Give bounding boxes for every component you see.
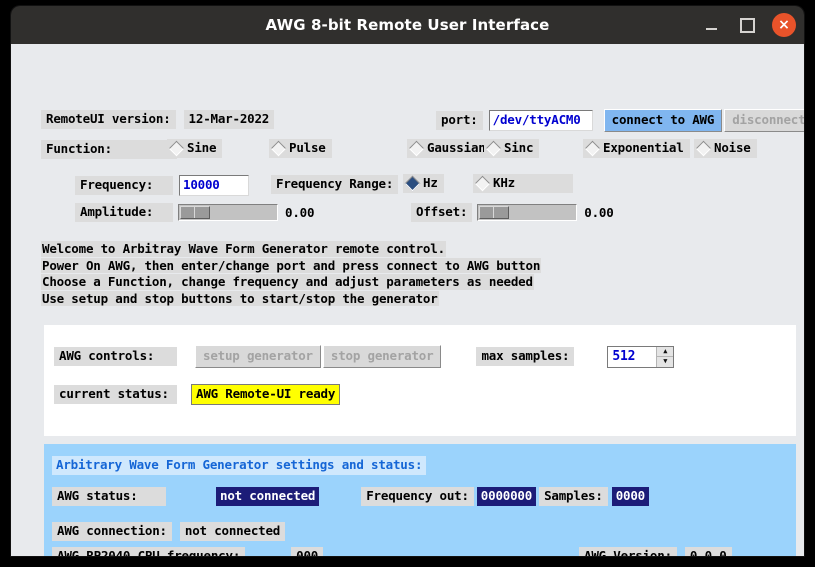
remoteui-version-label: RemoteUI version: bbox=[41, 110, 176, 129]
awg-version-value: 0.0.0 bbox=[684, 547, 732, 556]
awg-connection-value: not connected bbox=[179, 522, 286, 541]
radio-diamond-icon bbox=[270, 140, 287, 156]
awg-status-label: AWG status: bbox=[52, 487, 166, 506]
max-samples-label: max samples: bbox=[476, 347, 575, 366]
awg-settings-panel: Arbitrary Wave Form Generator settings a… bbox=[44, 444, 796, 556]
window-title: AWG 8-bit Remote User Interface bbox=[265, 16, 550, 34]
version-row: RemoteUI version: 12-Mar-2022 bbox=[41, 110, 275, 129]
function-option-sinc[interactable]: Sinc bbox=[484, 139, 540, 158]
function-option-label: Exponential bbox=[603, 140, 684, 155]
window-content: RemoteUI version: 12-Mar-2022 port: /dev… bbox=[11, 44, 804, 556]
awg-status-value: not connected bbox=[216, 487, 320, 506]
welcome-line: Power On AWG, then enter/change port and… bbox=[41, 257, 542, 274]
minimize-icon[interactable] bbox=[700, 14, 722, 36]
app-window: AWG 8-bit Remote User Interface × Remote… bbox=[11, 6, 804, 556]
frequency-range-option-label: Hz bbox=[423, 175, 438, 190]
frequency-label: Frequency: bbox=[75, 176, 173, 195]
title-bar: AWG 8-bit Remote User Interface × bbox=[11, 6, 804, 44]
function-option-label: Noise bbox=[714, 140, 751, 155]
awg-version-row: AWG Version: 0.0.0 bbox=[579, 547, 732, 556]
frequency-out-label: Frequency out: bbox=[361, 487, 474, 506]
function-option-label: Sinc bbox=[504, 140, 534, 155]
radio-diamond-icon bbox=[404, 175, 421, 191]
awg-controls-label: AWG controls: bbox=[54, 347, 177, 366]
function-option-noise[interactable]: Noise bbox=[694, 139, 757, 158]
function-option-label: Gaussian bbox=[427, 140, 486, 155]
function-option-label: Pulse bbox=[289, 140, 326, 155]
welcome-message: Welcome to Arbitray Wave Form Generator … bbox=[41, 240, 542, 307]
awg-controls-panel: AWG controls: setup generator stop gener… bbox=[44, 325, 796, 436]
radio-diamond-icon bbox=[474, 175, 491, 191]
welcome-line: Choose a Function, change frequency and … bbox=[41, 274, 534, 290]
current-status-value: AWG Remote-UI ready bbox=[191, 384, 341, 405]
awg-status-row: AWG status: not connected Frequency out:… bbox=[52, 487, 649, 506]
samples-label: Samples: bbox=[539, 487, 608, 506]
frequency-out-value: 0000000 bbox=[476, 487, 537, 506]
amplitude-label: Amplitude: bbox=[75, 203, 173, 222]
close-icon[interactable]: × bbox=[772, 13, 796, 37]
radio-diamond-icon bbox=[695, 140, 712, 156]
function-option-sine[interactable]: Sine bbox=[167, 139, 223, 158]
current-status-row: current status: AWG Remote-UI ready bbox=[54, 384, 341, 405]
current-status-label: current status: bbox=[54, 385, 177, 404]
connect-to-awg-button[interactable]: connect to AWG bbox=[603, 109, 723, 132]
frequency-input[interactable]: 10000 bbox=[179, 175, 249, 196]
awg-controls-row: AWG controls: setup generator stop gener… bbox=[54, 345, 675, 368]
frequency-range-row: Frequency Range: bbox=[271, 175, 399, 194]
offset-slider-thumb[interactable] bbox=[479, 206, 510, 219]
offset-label: Offset: bbox=[411, 203, 473, 222]
stop-generator-button[interactable]: stop generator bbox=[322, 345, 442, 368]
awg-panel-heading: Arbitrary Wave Form Generator settings a… bbox=[52, 456, 427, 475]
amplitude-slider-thumb[interactable] bbox=[180, 206, 210, 219]
frequency-range-option-label: KHz bbox=[493, 175, 515, 190]
awg-version-label: AWG Version: bbox=[579, 547, 677, 556]
frequency-range-option-hz[interactable]: Hz bbox=[403, 174, 444, 193]
awg-cpu-frequency-label: AWG RP2040 CPU frequency: bbox=[52, 547, 246, 556]
function-option-label: Sine bbox=[187, 140, 217, 155]
offset-value: 0.00 bbox=[584, 205, 614, 220]
radio-diamond-icon bbox=[168, 140, 185, 156]
amplitude-value: 0.00 bbox=[285, 205, 315, 220]
radio-diamond-icon bbox=[408, 140, 425, 156]
amplitude-row: Amplitude: 0.00 bbox=[75, 203, 315, 222]
spin-down-icon[interactable]: ▼ bbox=[657, 357, 673, 367]
max-samples-arrows: ▲ ▼ bbox=[656, 346, 674, 367]
awg-cpu-frequency-value: 000 bbox=[291, 547, 324, 556]
window-controls: × bbox=[700, 6, 796, 44]
awg-connection-label: AWG connection: bbox=[52, 522, 172, 541]
function-option-exponential[interactable]: Exponential bbox=[583, 139, 690, 158]
welcome-line: Welcome to Arbitray Wave Form Generator … bbox=[41, 241, 446, 257]
port-label: port: bbox=[436, 111, 483, 130]
awg-cpu-frequency-row: AWG RP2040 CPU frequency: 000 bbox=[52, 547, 324, 556]
offset-slider[interactable] bbox=[477, 204, 578, 221]
disconnect-awg-button[interactable]: disconnect AWG bbox=[724, 109, 804, 132]
port-row: port: /dev/ttyACM0 connect to AWG discon… bbox=[436, 109, 804, 132]
frequency-range-option-khz[interactable]: KHz bbox=[473, 174, 573, 193]
frequency-range-label: Frequency Range: bbox=[271, 175, 399, 194]
remoteui-version-value: 12-Mar-2022 bbox=[183, 110, 275, 129]
radio-diamond-icon bbox=[485, 140, 502, 156]
max-samples-stepper[interactable]: 512 ▲ ▼ bbox=[607, 345, 675, 368]
port-input[interactable]: /dev/ttyACM0 bbox=[488, 110, 593, 131]
function-option-gaussian[interactable]: Gaussian bbox=[407, 139, 492, 158]
setup-generator-button[interactable]: setup generator bbox=[195, 345, 321, 368]
offset-row: Offset: 0.00 bbox=[411, 203, 614, 222]
function-option-pulse[interactable]: Pulse bbox=[269, 139, 332, 158]
max-samples-value[interactable]: 512 bbox=[608, 347, 656, 367]
function-label: Function: bbox=[41, 140, 177, 159]
function-label-wrap: Function: bbox=[41, 140, 177, 159]
awg-connection-row: AWG connection: not connected bbox=[52, 522, 286, 541]
frequency-row: Frequency: 10000 bbox=[75, 175, 249, 196]
spin-up-icon[interactable]: ▲ bbox=[657, 347, 674, 357]
amplitude-slider[interactable] bbox=[178, 204, 278, 221]
radio-diamond-icon bbox=[584, 140, 601, 156]
samples-value: 0000 bbox=[611, 487, 649, 506]
welcome-line: Use setup and stop buttons to start/stop… bbox=[41, 290, 439, 307]
maximize-icon[interactable] bbox=[736, 14, 758, 36]
